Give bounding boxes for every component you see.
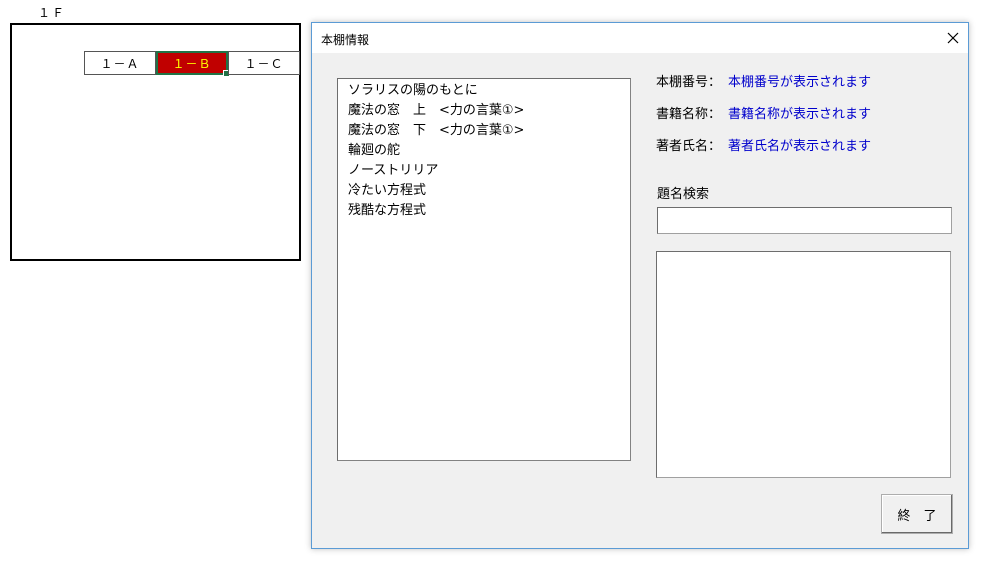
title-search-input[interactable] [657, 207, 952, 234]
dialog-title: 本棚情報 [321, 33, 370, 47]
floor-label: １Ｆ [38, 6, 67, 20]
close-button[interactable] [938, 23, 968, 53]
author-value: 著者氏名が表示されます [728, 139, 872, 154]
end-button[interactable]: 終 了 [881, 494, 953, 534]
shelf-1b-label: １－Ｂ [172, 56, 212, 71]
list-item[interactable]: 冷たい方程式 [338, 181, 630, 201]
floor-plan: １－Ａ １－Ｂ １－Ｃ [10, 23, 301, 261]
list-item[interactable]: ソラリスの陽のもとに [338, 81, 630, 101]
book-listbox[interactable]: ソラリスの陽のもとに 魔法の窓 上 <力の言葉①> 魔法の窓 下 <力の言葉①>… [337, 78, 631, 461]
close-icon [947, 32, 959, 44]
list-item[interactable]: 残酷な方程式 [338, 201, 630, 221]
shelf-1c-cell[interactable]: １－Ｃ [228, 51, 300, 75]
dialog-titlebar[interactable]: 本棚情報 [312, 23, 968, 53]
book-name-value: 書籍名称が表示されます [728, 107, 872, 122]
search-results-listbox[interactable] [656, 251, 951, 478]
author-label: 著者氏名： [656, 139, 722, 154]
shelf-1a-cell[interactable]: １－Ａ [84, 51, 156, 75]
book-name-label: 書籍名称： [656, 107, 722, 122]
title-search-label: 題名検索 [657, 187, 710, 202]
shelf-number-label: 本棚番号： [656, 75, 722, 90]
shelf-number-value: 本棚番号が表示されます [728, 75, 872, 90]
bookshelf-info-dialog: 本棚情報 ソラリスの陽のもとに 魔法の窓 上 <力の言葉①> 魔法の窓 下 <力… [311, 22, 969, 549]
list-item[interactable]: 輪廻の舵 [338, 141, 630, 161]
list-item[interactable]: 魔法の窓 下 <力の言葉①> [338, 121, 630, 141]
shelf-1b-cell[interactable]: １－Ｂ [156, 51, 230, 77]
list-item[interactable]: 魔法の窓 上 <力の言葉①> [338, 101, 630, 121]
list-item[interactable]: ノーストリリア [338, 161, 630, 181]
